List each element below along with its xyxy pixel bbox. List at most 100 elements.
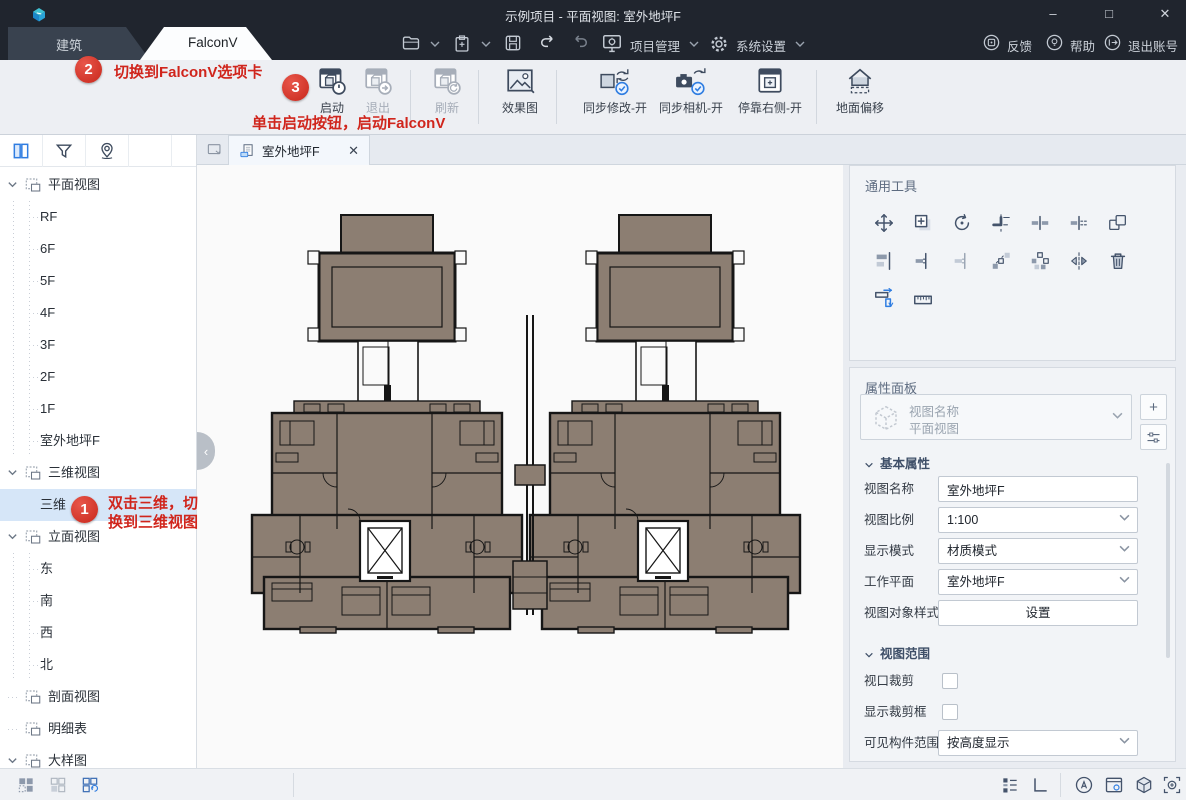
- plan-view-icon: [24, 720, 42, 738]
- tool-measure-icon[interactable]: [903, 280, 942, 318]
- tree-group-detail-views[interactable]: 大样图: [0, 745, 196, 768]
- system-settings-menu[interactable]: 系统设置: [736, 36, 786, 55]
- undo-icon[interactable]: [537, 33, 559, 53]
- tree-item-6f[interactable]: 6F: [0, 233, 196, 265]
- tab-falconv[interactable]: FalconV: [140, 27, 272, 60]
- tool-copy-icon[interactable]: [903, 204, 942, 242]
- crop-region-icon[interactable]: [1030, 775, 1050, 795]
- tool-group-icon[interactable]: [1020, 242, 1059, 280]
- annotation-visibility-icon[interactable]: [1074, 775, 1094, 795]
- annotation-step1-text-line1: 双击三维，切: [108, 492, 198, 513]
- maximize-button[interactable]: □: [1096, 6, 1122, 21]
- select-elements-icon[interactable]: [16, 775, 36, 795]
- tree-item-3f[interactable]: 3F: [0, 329, 196, 361]
- render-button[interactable]: 效果图: [494, 66, 546, 128]
- paste-icon[interactable]: [452, 33, 472, 54]
- panel-layout-button[interactable]: [0, 135, 43, 167]
- properties-scrollbar[interactable]: [1166, 463, 1170, 658]
- tree-item-rf[interactable]: RF: [0, 201, 196, 233]
- close-button[interactable]: ✕: [1152, 6, 1178, 22]
- show-crop-box-checkbox[interactable]: [942, 704, 958, 720]
- view-window-settings-icon[interactable]: [1104, 775, 1124, 795]
- tool-wall-split-icon[interactable]: [1059, 204, 1098, 242]
- ground-offset-button[interactable]: 地面偏移: [828, 66, 892, 128]
- project-management-icon[interactable]: [601, 33, 623, 55]
- properties-list-icon[interactable]: [1000, 775, 1020, 795]
- display-mode-select[interactable]: 材质模式: [938, 538, 1138, 564]
- open-folder-icon[interactable]: [400, 33, 422, 53]
- select-none-icon[interactable]: [48, 775, 68, 795]
- tree-group-section-views[interactable]: 剖面视图: [0, 681, 196, 713]
- tool-align-stack-icon[interactable]: [864, 242, 903, 280]
- document-tab-close-icon[interactable]: ✕: [348, 143, 359, 159]
- redo-icon[interactable]: [569, 33, 591, 53]
- tree-item-east[interactable]: 东: [0, 553, 196, 585]
- tree-group-plan-views[interactable]: 平面视图: [0, 169, 196, 201]
- status-separator: [293, 773, 294, 797]
- tree-group-3d-views[interactable]: 三维视图: [0, 457, 196, 489]
- tree-group-schedules[interactable]: 明细表: [0, 713, 196, 745]
- save-icon[interactable]: [503, 33, 523, 53]
- reset-selection-icon[interactable]: [80, 775, 100, 795]
- sync-camera-icon: [675, 66, 707, 96]
- viewport-crop-checkbox[interactable]: [942, 673, 958, 689]
- show-crop-box-label: 显示裁剪框: [864, 699, 927, 725]
- annotation-step1-text-line2: 换到三维视图: [108, 511, 198, 532]
- tool-rotate-icon[interactable]: [942, 204, 981, 242]
- sync-camera-toggle-button[interactable]: 同步相机-开: [654, 66, 728, 128]
- view-name-input[interactable]: [938, 476, 1138, 502]
- tree-item-2f[interactable]: 2F: [0, 361, 196, 393]
- tool-align-right-icon[interactable]: [903, 242, 942, 280]
- minimize-button[interactable]: –: [1040, 6, 1066, 21]
- feedback-button[interactable]: 反馈: [1007, 36, 1032, 55]
- zoom-fit-icon[interactable]: [1162, 775, 1182, 795]
- document-tab-active[interactable]: 室外地坪F ✕: [228, 135, 370, 165]
- dock-right-icon: [755, 66, 785, 96]
- project-management-menu[interactable]: 项目管理: [630, 36, 680, 55]
- tool-delete-icon[interactable]: [1098, 242, 1137, 280]
- view-scale-label: 视图比例: [864, 507, 914, 533]
- tree-item-4f[interactable]: 4F: [0, 297, 196, 329]
- help-icon[interactable]: [1045, 33, 1064, 52]
- add-property-button[interactable]: +: [1140, 394, 1167, 420]
- tab-architecture[interactable]: 建筑: [8, 27, 150, 60]
- sync-edit-toggle-button[interactable]: 同步修改-开: [578, 66, 652, 128]
- tree-item-1f[interactable]: 1F: [0, 393, 196, 425]
- tool-corner-trim-icon[interactable]: [981, 204, 1020, 242]
- tree-item-outdoor-ground[interactable]: 室外地坪F: [0, 425, 196, 457]
- open-folder-dropdown-icon[interactable]: [430, 40, 440, 48]
- tool-offset-icon[interactable]: [864, 280, 903, 318]
- tool-match-properties-icon[interactable]: [1098, 204, 1137, 242]
- tool-split-icon[interactable]: [1020, 204, 1059, 242]
- paste-dropdown-icon[interactable]: [481, 40, 491, 48]
- dock-right-toggle-button[interactable]: 停靠右侧-开: [730, 66, 810, 128]
- visible-range-select[interactable]: 按高度显示: [938, 730, 1138, 756]
- locate-button[interactable]: [86, 135, 129, 167]
- type-selector[interactable]: 视图名称 平面视图: [860, 394, 1132, 440]
- drawing-canvas[interactable]: [197, 165, 843, 768]
- tool-align-left-icon[interactable]: [942, 242, 981, 280]
- basic-properties-section-header[interactable]: 基本属性: [864, 453, 930, 472]
- filter-button[interactable]: [43, 135, 86, 167]
- object-style-settings-button[interactable]: 设置: [938, 600, 1138, 626]
- tree-item-west[interactable]: 西: [0, 617, 196, 649]
- system-settings-dropdown-icon[interactable]: [795, 40, 805, 48]
- view-scale-select[interactable]: 1:100: [938, 507, 1138, 533]
- view-range-section-header[interactable]: 视图范围: [864, 643, 930, 662]
- help-button[interactable]: 帮助: [1070, 36, 1095, 55]
- tool-mirror-icon[interactable]: [1059, 242, 1098, 280]
- tree-item-north[interactable]: 北: [0, 649, 196, 681]
- tree-item-5f[interactable]: 5F: [0, 265, 196, 297]
- tool-array-icon[interactable]: [981, 242, 1020, 280]
- tool-move-icon[interactable]: [864, 204, 903, 242]
- project-management-dropdown-icon[interactable]: [689, 40, 699, 48]
- logout-icon[interactable]: [1103, 33, 1122, 52]
- tree-item-south[interactable]: 南: [0, 585, 196, 617]
- work-plane-select[interactable]: 室外地坪F: [938, 569, 1138, 595]
- feedback-icon[interactable]: [982, 33, 1001, 52]
- float-view-icon[interactable]: [206, 142, 223, 157]
- system-settings-icon[interactable]: [708, 33, 730, 55]
- property-settings-button[interactable]: [1140, 424, 1167, 450]
- shaded-box-icon[interactable]: [1134, 775, 1154, 795]
- logout-button[interactable]: 退出账号: [1128, 36, 1178, 55]
